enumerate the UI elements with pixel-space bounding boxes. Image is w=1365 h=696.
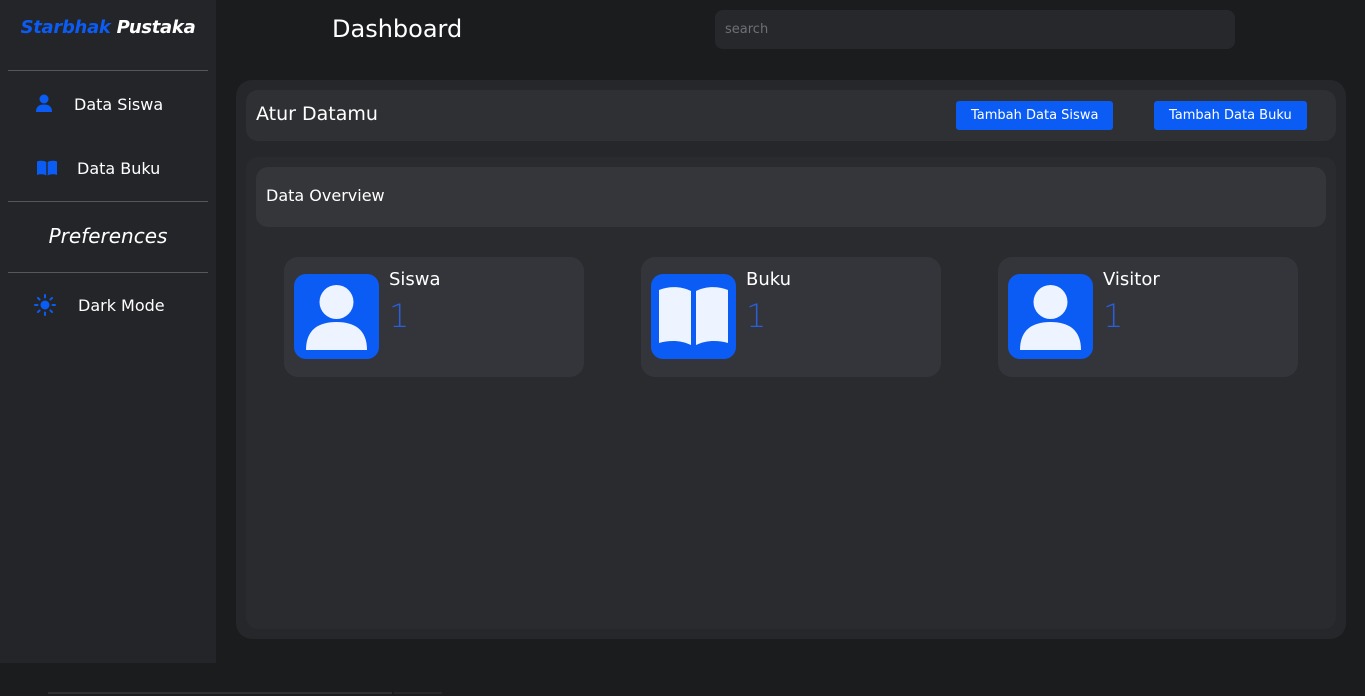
content-panel xyxy=(246,157,1336,629)
stat-label: Buku xyxy=(746,269,792,290)
sidebar: Starbhak Pustaka Data Siswa Data Buku Pr… xyxy=(0,0,216,663)
stat-count: 1 xyxy=(746,297,767,335)
sidebar-divider xyxy=(8,70,208,71)
add-student-button[interactable]: Tambah Data Siswa xyxy=(956,101,1114,130)
user-icon xyxy=(36,94,52,112)
stat-count: 1 xyxy=(389,297,410,335)
sun-icon xyxy=(34,294,56,316)
user-icon xyxy=(1008,274,1093,359)
brand-logo[interactable]: Starbhak Pustaka xyxy=(0,17,216,38)
book-icon xyxy=(37,160,57,176)
overview-title: Data Overview xyxy=(266,186,385,205)
manage-data-title: Atur Datamu xyxy=(256,103,378,125)
sidebar-divider xyxy=(8,272,208,273)
stat-card-visitor: Visitor 1 xyxy=(998,257,1298,377)
page-title: Dashboard xyxy=(332,15,463,43)
stat-count: 1 xyxy=(1103,297,1124,335)
dark-mode-toggle[interactable]: Dark Mode xyxy=(0,285,216,325)
brand-part-1: Starbhak xyxy=(20,17,111,38)
book-icon xyxy=(651,274,736,359)
user-icon xyxy=(294,274,379,359)
stat-label: Visitor xyxy=(1103,269,1160,290)
brand-part-2: Pustaka xyxy=(116,17,196,38)
bottom-divider xyxy=(48,692,392,694)
sidebar-item-label: Data Siswa xyxy=(74,94,164,114)
dark-mode-label: Dark Mode xyxy=(78,295,165,315)
bottom-divider xyxy=(394,692,442,694)
stat-card-buku: Buku 1 xyxy=(641,257,941,377)
search-input[interactable] xyxy=(715,10,1235,49)
stat-label: Siswa xyxy=(389,269,441,290)
sidebar-item-data-buku[interactable]: Data Buku xyxy=(0,148,216,188)
sidebar-item-label: Data Buku xyxy=(77,158,161,178)
overview-header xyxy=(256,167,1326,227)
sidebar-item-data-siswa[interactable]: Data Siswa xyxy=(0,84,216,124)
stat-card-siswa: Siswa 1 xyxy=(284,257,584,377)
add-book-button[interactable]: Tambah Data Buku xyxy=(1154,101,1307,130)
preferences-heading: Preferences xyxy=(48,224,168,248)
sidebar-divider xyxy=(8,201,208,202)
